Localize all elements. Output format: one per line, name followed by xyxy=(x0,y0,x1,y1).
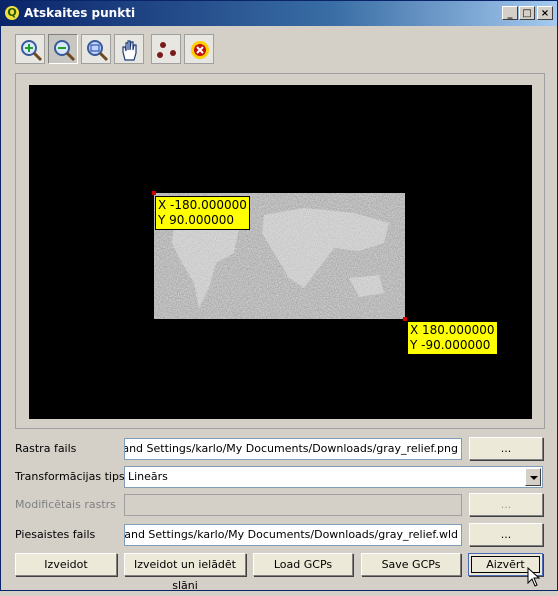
raster-file-value: C:/Documents and Settings/karlo/My Docum… xyxy=(124,442,458,455)
gcp-1-x: X -180.000000 xyxy=(158,198,247,212)
save-gcps-button[interactable]: Save GCPs xyxy=(361,553,461,576)
transform-type-value: Lineārs xyxy=(128,470,168,483)
georeferencer-window: Q Atskaites punkti _ □ × X -180.000000 Y… xyxy=(0,0,558,592)
mouse-cursor-icon xyxy=(527,567,541,587)
maximize-button[interactable]: □ xyxy=(519,6,535,20)
close-window-button[interactable]: × xyxy=(537,6,553,20)
gcp-1-y: Y 90.000000 xyxy=(158,213,235,227)
zoom-out-icon xyxy=(54,40,76,62)
zoom-full-icon xyxy=(87,40,109,62)
map-canvas[interactable]: X -180.000000 Y 90.000000 X 180.000000 Y… xyxy=(29,85,532,419)
load-gcps-button[interactable]: Load GCPs xyxy=(253,553,353,576)
add-point-icon xyxy=(157,42,176,58)
raster-file-browse-button[interactable]: ... xyxy=(469,437,543,460)
pan-button[interactable] xyxy=(114,34,144,64)
window-title: Atskaites punkti xyxy=(24,6,136,20)
gcp-marker-1[interactable] xyxy=(152,191,156,195)
canvas-frame: X -180.000000 Y 90.000000 X 180.000000 Y… xyxy=(15,73,545,429)
zoom-out-button[interactable] xyxy=(48,34,78,64)
create-button[interactable]: Izveidot xyxy=(15,553,117,576)
add-point-button[interactable] xyxy=(151,34,181,64)
zoom-in-icon xyxy=(21,40,43,62)
gcp-label-2: X 180.000000 Y -90.000000 xyxy=(407,321,498,355)
raster-file-label: Rastra fails xyxy=(15,442,77,455)
qgis-icon: Q xyxy=(5,6,19,20)
pan-icon xyxy=(122,40,137,61)
transform-type-select[interactable]: Lineārs xyxy=(124,466,543,488)
chevron-down-icon[interactable] xyxy=(525,468,541,486)
create-and-load-button[interactable]: Izveidot un ielādēt slāni xyxy=(124,553,246,592)
modified-raster-browse-button: ... xyxy=(469,493,543,516)
title-bar[interactable]: Q Atskaites punkti _ □ × xyxy=(1,1,557,26)
transform-type-label: Transformācijas tips xyxy=(15,470,125,483)
minimize-button[interactable]: _ xyxy=(502,6,518,20)
gcp-label-1: X -180.000000 Y 90.000000 xyxy=(155,196,250,230)
world-file-browse-button[interactable]: ... xyxy=(469,523,543,546)
zoom-full-button[interactable] xyxy=(81,34,111,64)
modified-raster-field xyxy=(124,494,462,516)
world-file-value: C:/Documents and Settings/karlo/My Docum… xyxy=(124,528,458,541)
gcp-2-y: Y -90.000000 xyxy=(410,338,491,352)
zoom-in-button[interactable] xyxy=(15,34,45,64)
delete-point-icon xyxy=(191,41,209,59)
gcp-2-x: X 180.000000 xyxy=(410,323,495,337)
world-file-label: Piesaistes fails xyxy=(15,528,96,541)
raster-file-field[interactable]: C:/Documents and Settings/karlo/My Docum… xyxy=(124,438,462,460)
modified-raster-label: Modificētais rastrs xyxy=(15,498,116,511)
world-file-field[interactable]: C:/Documents and Settings/karlo/My Docum… xyxy=(124,524,462,546)
delete-point-button[interactable] xyxy=(184,34,214,64)
